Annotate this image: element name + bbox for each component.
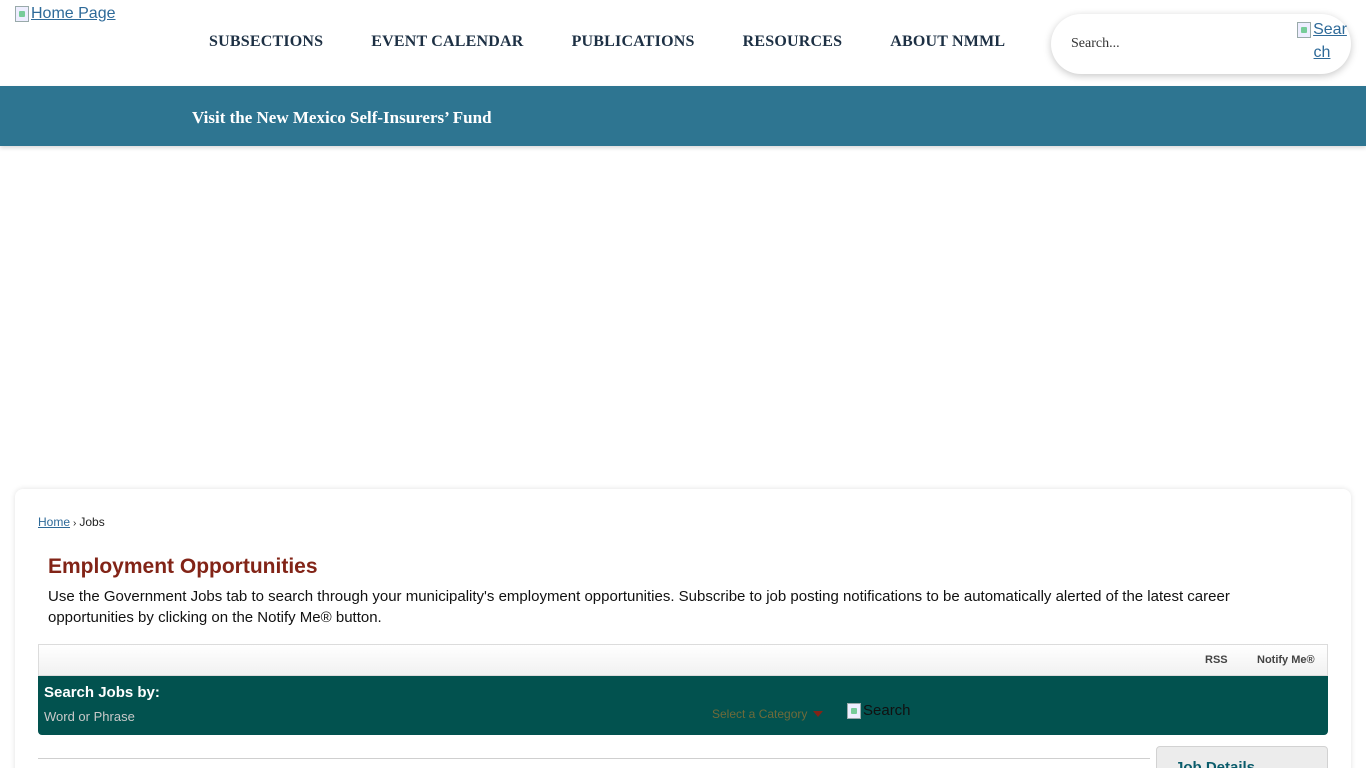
promo-banner: Visit the New Mexico Self-Insurers’ Fund bbox=[0, 86, 1366, 146]
listing-divider bbox=[38, 758, 1150, 759]
broken-image-icon bbox=[1297, 21, 1312, 38]
nav-item-publications[interactable]: PUBLICATIONS bbox=[548, 32, 719, 52]
word-or-phrase-input[interactable] bbox=[44, 706, 444, 726]
breadcrumb-current: Jobs bbox=[79, 515, 105, 529]
site-header: Home Page SUBSECTIONS EVENT CALENDAR PUB… bbox=[0, 0, 1366, 86]
site-search-input[interactable] bbox=[1071, 34, 1291, 54]
breadcrumb: Home › Jobs bbox=[38, 515, 105, 529]
job-search-button-alt-text: Search bbox=[863, 702, 911, 719]
search-jobs-panel: Search Jobs by: Select a Category Search bbox=[38, 676, 1328, 735]
broken-image-icon bbox=[847, 702, 861, 719]
breadcrumb-home-link[interactable]: Home bbox=[38, 515, 70, 529]
category-select[interactable]: Select a Category bbox=[712, 707, 824, 721]
intro-text: Use the Government Jobs tab to search th… bbox=[48, 588, 1230, 626]
home-page-logo-link[interactable]: Home Page bbox=[15, 5, 116, 23]
broken-image-icon bbox=[15, 6, 29, 22]
tools-bar: RSS Notify Me® bbox=[38, 644, 1328, 676]
nav-item-subsections[interactable]: SUBSECTIONS bbox=[185, 32, 347, 52]
main-nav: SUBSECTIONS EVENT CALENDAR PUBLICATIONS … bbox=[185, 32, 1029, 52]
page-title: Employment Opportunities bbox=[48, 555, 318, 578]
breadcrumb-separator: › bbox=[73, 518, 77, 529]
site-search-button[interactable]: Search bbox=[1296, 18, 1348, 64]
content-card: Home › Jobs Employment Opportunities Use t… bbox=[15, 489, 1351, 768]
category-select-label: Select a Category bbox=[712, 707, 808, 721]
job-details-panel: Job Details bbox=[1156, 746, 1328, 768]
logo-alt-text: Home Page bbox=[31, 5, 116, 22]
nav-item-event-calendar[interactable]: EVENT CALENDAR bbox=[347, 32, 547, 52]
nav-item-about-nmml[interactable]: ABOUT NMML bbox=[866, 32, 1029, 52]
search-button-alt-text: Search bbox=[1313, 21, 1347, 61]
rss-link[interactable]: RSS bbox=[1205, 654, 1228, 666]
job-search-button[interactable]: Search bbox=[847, 702, 911, 719]
self-insurers-fund-link[interactable]: Visit the New Mexico Self-Insurers’ Fund bbox=[192, 108, 492, 128]
job-details-title: Job Details bbox=[1175, 759, 1256, 768]
nav-item-resources[interactable]: RESOURCES bbox=[719, 32, 867, 52]
notify-me-link[interactable]: Notify Me® bbox=[1257, 654, 1315, 666]
site-search-box: Search bbox=[1051, 14, 1351, 74]
chevron-down-icon bbox=[813, 711, 824, 717]
search-jobs-label: Search Jobs by: bbox=[44, 684, 160, 701]
